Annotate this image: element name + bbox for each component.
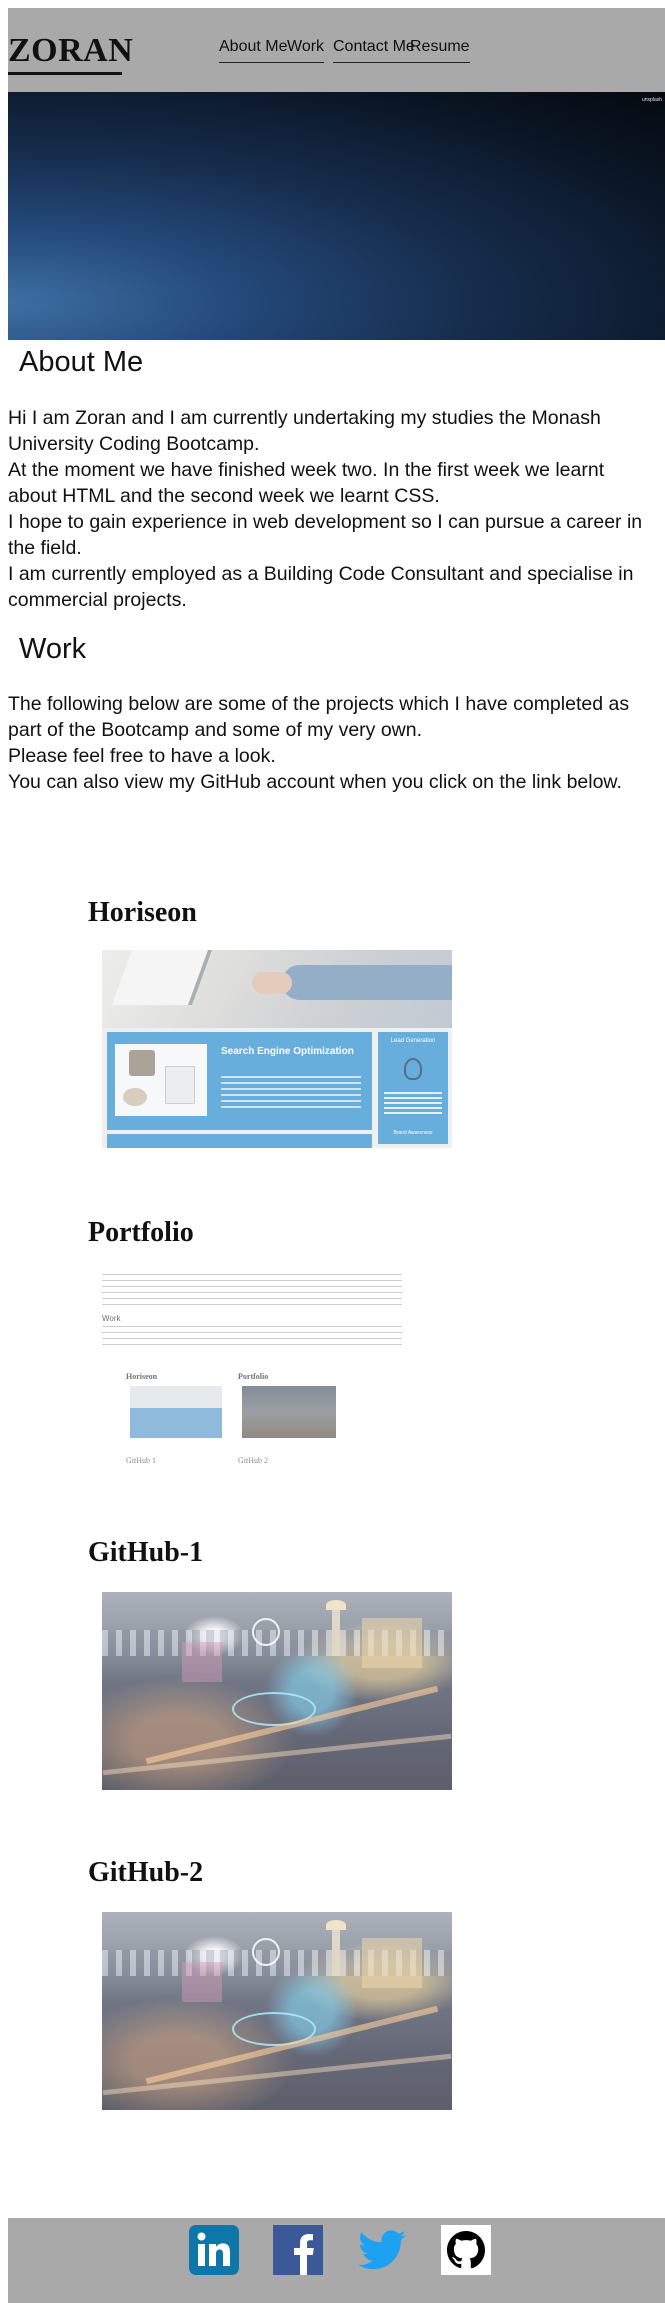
thumb-label-github-1: GitHub 1: [126, 1456, 156, 1465]
twitter-link[interactable]: [356, 2224, 408, 2276]
twitter-icon: [358, 2230, 406, 2270]
linkedin-link[interactable]: [188, 2224, 240, 2276]
thumb-side-footer: Brand Awareness: [393, 1130, 433, 1136]
nav-contact-me[interactable]: Contact Me: [333, 38, 415, 63]
work-title: Work: [19, 633, 87, 665]
github-link[interactable]: [440, 2224, 492, 2276]
project-thumbnail-github-1[interactable]: [102, 1592, 452, 1790]
thumb-seo-card: Search Engine Optimization: [107, 1032, 372, 1130]
thumb-mini-portfolio: [242, 1386, 336, 1438]
thumb-label-portfolio: Portfolio: [238, 1372, 269, 1381]
project-title-github-2: GitHub-2: [88, 1857, 204, 1888]
project-title-portfolio: Portfolio: [88, 1217, 194, 1248]
thumb-work-heading: Work: [102, 1314, 121, 1323]
hero-image: unsplash: [8, 92, 665, 340]
thumb-hero-photo: [102, 950, 452, 1028]
project-thumbnail-github-2[interactable]: [102, 1912, 452, 2110]
about-paragraph: Hi I am Zoran and I am currently underta…: [8, 407, 643, 611]
thumb-side-title: Lead Generation: [390, 1038, 436, 1044]
project-thumbnail-horiseon[interactable]: Search Engine Optimization Lead Generati…: [102, 950, 452, 1148]
thumb-label-horiseon: Horiseon: [126, 1372, 158, 1381]
thumb-side-card: Lead Generation Brand Awareness: [378, 1032, 448, 1144]
linkedin-icon: [189, 2225, 239, 2275]
nav-resume[interactable]: Resume: [410, 38, 470, 63]
hero-tag: unsplash: [641, 97, 662, 103]
thumb-seo-heading: Search Engine Optimization: [221, 1046, 354, 1057]
nav-work[interactable]: Work: [287, 38, 325, 63]
about-title: About Me: [19, 346, 144, 378]
brand-underline: [8, 72, 122, 75]
facebook-link[interactable]: [272, 2224, 324, 2276]
brand-logo[interactable]: ZORAN: [8, 32, 133, 70]
project-title-horiseon: Horiseon: [88, 897, 197, 928]
facebook-icon: [273, 2225, 323, 2275]
nav-about-me[interactable]: About Me: [219, 38, 288, 63]
work-paragraph: The following below are some of the proj…: [8, 693, 630, 793]
lightbulb-icon: [404, 1058, 422, 1080]
page: ZORAN About Me Work Contact Me Resume un…: [0, 0, 665, 2303]
site-header: ZORAN About Me Work Contact Me Resume: [8, 8, 665, 92]
thumb-label-github-2: GitHub 2: [238, 1456, 268, 1465]
site-footer: [8, 2218, 665, 2303]
github-icon: [441, 2225, 491, 2275]
project-title-github-1: GitHub-1: [88, 1537, 204, 1568]
thumb-mini-horiseon: [130, 1386, 222, 1438]
project-thumbnail-portfolio[interactable]: Work Horiseon Portfolio GitHub 1 GitHub …: [102, 1272, 452, 1470]
